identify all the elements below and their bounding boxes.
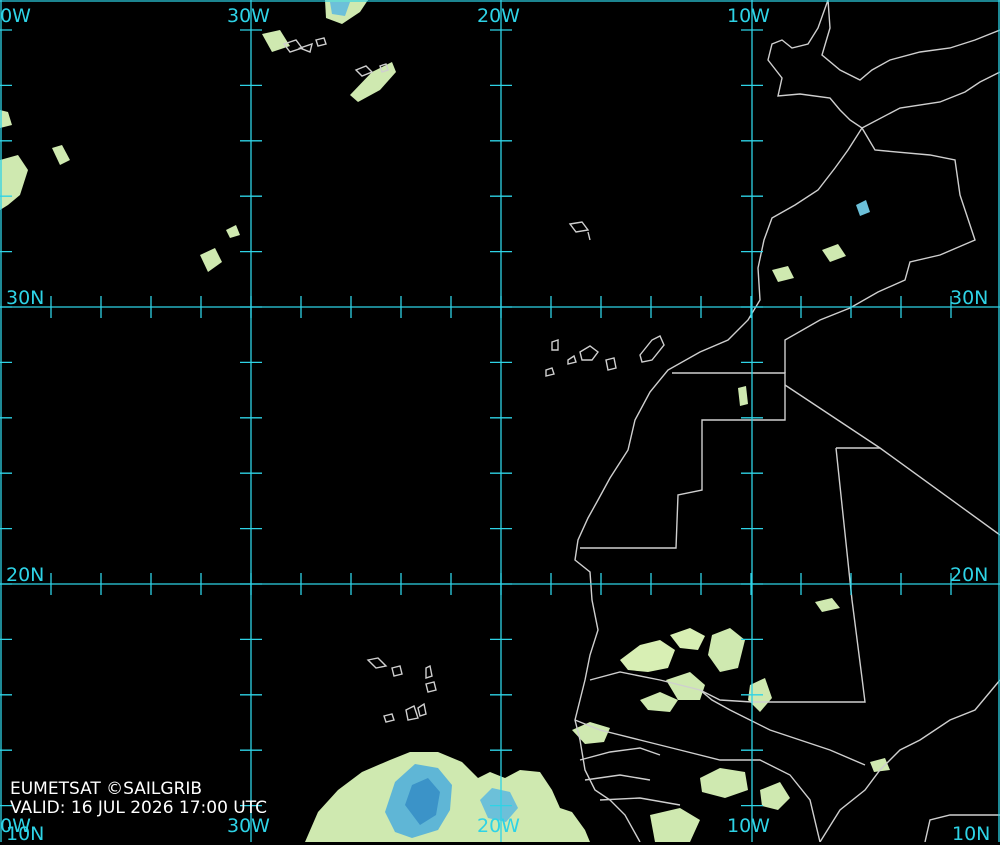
lon-label-40w-bottom: 40W: [0, 815, 31, 837]
lon-label-20w-bottom: 20W: [477, 815, 520, 837]
valid-time-text: VALID: 16 JUL 2026 17:00 UTC: [10, 798, 268, 818]
lat-label-30n-left: 30N: [6, 287, 45, 309]
lon-label-10w-top: 10W: [727, 5, 770, 27]
lon-label-30w-top: 30W: [227, 5, 270, 27]
lon-label-40w-top: 40W: [0, 5, 31, 27]
lat-label-30n-right: 30N: [950, 287, 989, 309]
lat-label-10n-right: 10N: [952, 823, 991, 845]
lon-label-30w-bottom: 30W: [227, 815, 270, 837]
satellite-map: [0, 0, 1000, 842]
credit-text: EUMETSAT ©SAILGRIB: [10, 779, 203, 799]
lon-label-10w-bottom: 10W: [727, 815, 770, 837]
lat-label-20n-right: 20N: [950, 564, 989, 586]
lon-label-20w-top: 20W: [477, 5, 520, 27]
lat-label-20n-left: 20N: [6, 564, 45, 586]
